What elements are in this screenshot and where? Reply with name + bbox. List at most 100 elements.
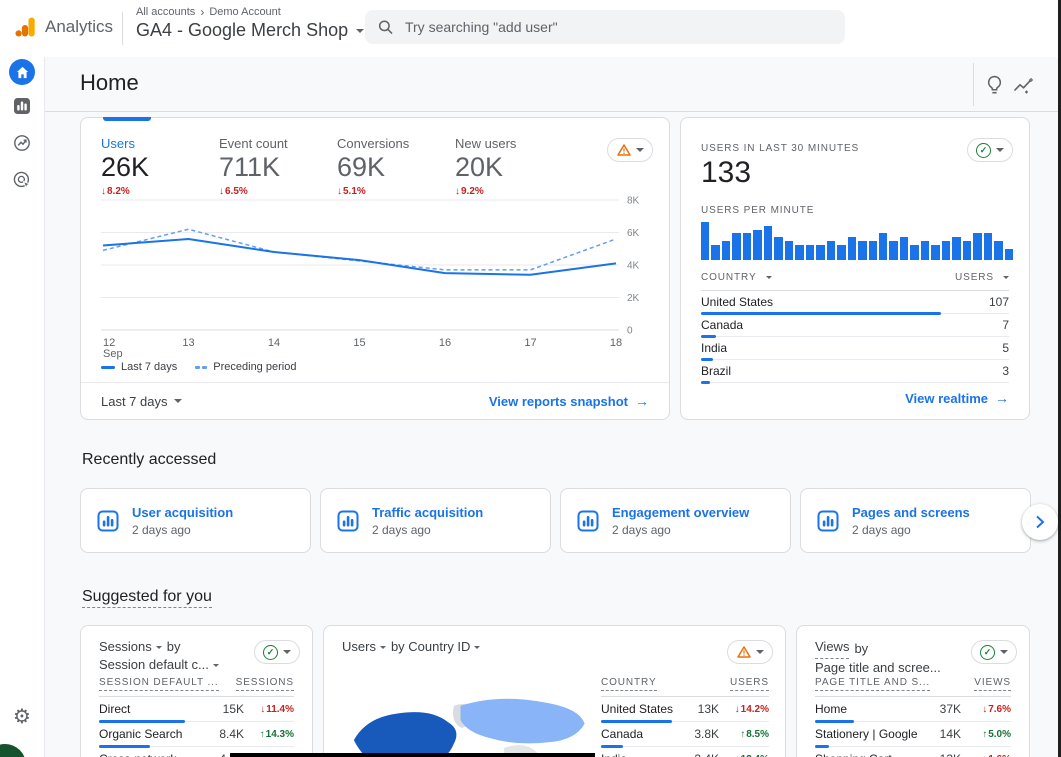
column-views[interactable]: VIEWS [974,677,1011,691]
data-quality-warning-button[interactable] [607,138,653,162]
column-users[interactable]: USERS [730,677,769,691]
chevron-right-icon [1035,515,1045,529]
chevron-down-icon [996,148,1004,152]
sidebar-item-advertising[interactable] [0,171,44,189]
warning-triangle-icon [617,144,631,156]
search-bar[interactable] [365,10,845,44]
column-dimension[interactable]: SESSION DEFAULT ... [99,677,219,691]
minute-bar [722,241,730,260]
recent-card-engagement-overview[interactable]: Engagement overview 2 days ago [560,488,791,553]
suggested-for-you-title: Suggested for you [82,588,212,606]
minute-bar [848,237,856,260]
metric-value: 20K [455,152,573,183]
row-bar [815,720,854,723]
main-content: Home Users 26K [44,57,1058,757]
breadcrumb-all-accounts[interactable]: All accounts [136,6,195,18]
sidebar-item-explore[interactable] [0,134,44,152]
table-row: India 5 [701,337,1009,360]
data-quality-ok-button[interactable]: ✓ [254,640,300,664]
recent-card-user-acquisition[interactable]: User acquisition 2 days ago [80,488,311,553]
recent-card-traffic-acquisition[interactable]: Traffic acquisition 2 days ago [320,488,551,553]
metric-dropdown[interactable]: Sessions [99,638,152,656]
dimension-dropdown[interactable]: by Country ID [391,638,470,656]
minute-bar [963,241,971,260]
row-value: 13K [679,702,719,716]
users-trend-line-chart: 8K6K4K2K012Sep131415161718 [101,196,651,361]
explore-icon [13,134,31,152]
solid-line-swatch [101,366,115,369]
brand-name: Analytics [45,17,113,37]
metric-event-count[interactable]: Event count 711K 6.5% [219,136,337,197]
metric-new-users[interactable]: New users 20K 9.2% [455,136,573,197]
sidebar-item-home[interactable] [0,59,44,85]
check-circle-icon: ✓ [263,645,278,660]
column-users[interactable]: USERS [955,272,1009,283]
table-row: Canada 7 [701,314,1009,337]
analytics-intelligence-button[interactable] [1013,77,1034,94]
table-header: COUNTRY USERS [601,677,769,697]
row-name: India [601,752,679,757]
carousel-next-button[interactable] [1022,504,1058,540]
column-page-title[interactable]: PAGE TITLE AND S... [815,677,930,691]
svg-text:18: 18 [610,337,622,349]
column-metric[interactable]: SESSIONS [236,677,294,691]
row-name: Stationery | Google ... [815,727,921,741]
minute-bar [753,230,761,260]
sidebar-item-admin[interactable]: ⚙ [0,707,44,727]
row-name: United States [601,702,679,716]
metric-dropdown[interactable]: Users [342,638,376,656]
recent-card-pages-and-screens[interactable]: Pages and screens 2 days ago [800,488,1031,553]
card-title: Users by Country ID [342,638,480,656]
metric-label: Users [101,136,219,151]
insights-lightbulb-button[interactable] [985,75,1004,95]
minute-bar [711,245,719,260]
page-title: Home [80,70,139,96]
row-bar [99,720,185,723]
card-title: Sessions by Session default c... [99,638,219,674]
column-country[interactable]: COUNTRY [701,272,772,283]
row-value: 14K [921,727,961,741]
data-quality-warning-button[interactable] [727,640,773,664]
minute-bar [879,233,887,260]
metric-users[interactable]: Users 26K 8.2% [101,136,219,197]
row-name: Home [815,702,921,716]
recently-accessed-title: Recently accessed [82,451,216,469]
analytics-brand[interactable]: Analytics [14,16,113,38]
country-users: 3 [1002,364,1009,378]
sort-caret-icon [1003,276,1009,279]
breadcrumb-demo-account[interactable]: Demo Account [209,6,281,18]
legend-last-7-days: Last 7 days [101,361,177,373]
row-value: 37K [921,702,961,716]
row-value: 15K [204,702,244,716]
bar-chart-icon [14,98,30,114]
row-name: Shopping Cart [815,752,921,757]
row-delta: 1.6% [961,754,1011,757]
row-bar [601,720,672,723]
data-quality-ok-button[interactable]: ✓ [967,138,1013,162]
sidebar-item-reports[interactable] [0,98,44,114]
view-reports-snapshot-link[interactable]: View reports snapshot [489,393,649,409]
dimension-dropdown[interactable]: Page title and scree... [815,659,941,677]
search-input[interactable] [403,18,832,36]
view-realtime-link[interactable]: View realtime [905,390,1009,406]
sort-caret-icon [766,276,772,279]
data-quality-ok-button[interactable]: ✓ [971,640,1017,664]
metric-label: Conversions [337,136,455,151]
legend-preceding-period: Preceding period [195,361,296,373]
metric-value: 711K [219,152,337,183]
country-bar [701,358,713,361]
property-selector[interactable]: GA4 - Google Merch Shop [136,20,364,41]
chevron-right-icon: › [200,6,204,18]
metric-value: 69K [337,152,455,183]
metric-conversions[interactable]: Conversions 69K 5.1% [337,136,455,197]
row-value: 3.4K [679,752,719,757]
metric-label: New users [455,136,573,151]
top-app-bar: Analytics All accounts › Demo Account GA… [0,0,1061,57]
date-range-selector[interactable]: Last 7 days [101,394,182,409]
dimension-dropdown[interactable]: Session default c... [99,656,209,674]
row-delta: 7.6% [961,704,1011,715]
column-country[interactable]: COUNTRY [601,677,657,691]
card-title: Views by Page title and scree... [815,638,941,677]
metric-dropdown[interactable]: Views [815,638,849,659]
minute-bar [858,241,866,260]
